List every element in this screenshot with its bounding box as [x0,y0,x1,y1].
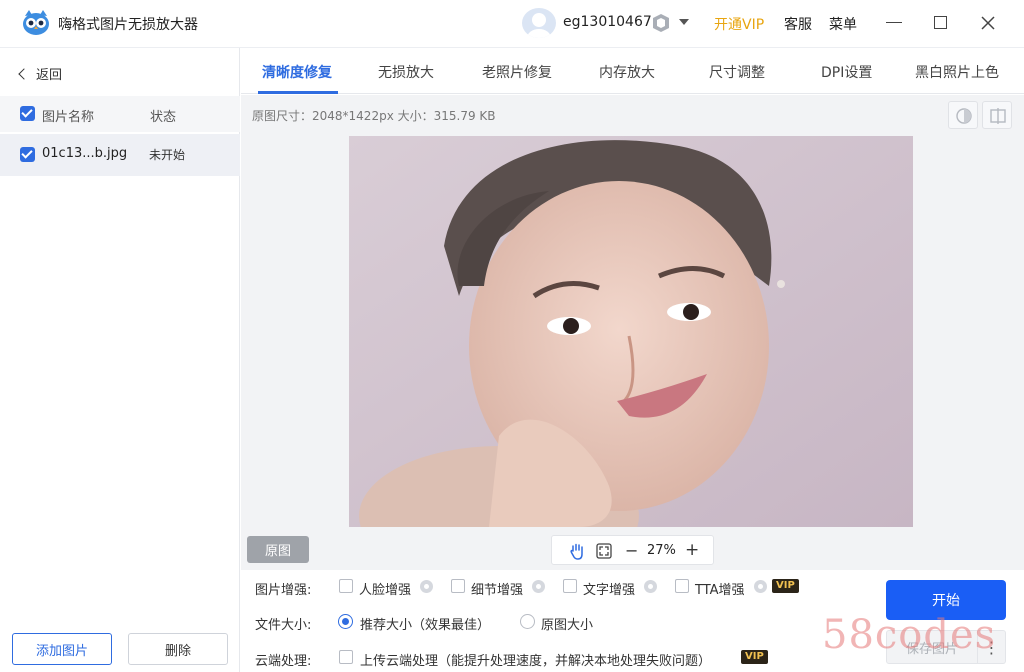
preview-image[interactable] [349,136,913,527]
image-info: 原图尺寸：2048*1422px 大小：315.79 KB [252,109,496,123]
fit-screen-icon[interactable] [596,543,612,559]
preview-area: 原图尺寸：2048*1422px 大小：315.79 KB 原图 − 27% + [241,95,1024,570]
user-avatar[interactable] [522,8,556,38]
chevron-left-icon [18,67,30,80]
tta-enhance-help-icon[interactable] [754,580,767,593]
tta-enhance-checkbox[interactable] [675,579,689,593]
menu-link[interactable]: 菜单 [829,14,857,34]
compare-button[interactable] [948,101,978,129]
file-status: 未开始 [149,148,186,162]
tta-enhance-label: TTA增强 [695,583,745,598]
enhance-label: 图片增强: [255,583,312,598]
tab-lossless-upscale[interactable]: 无损放大 [378,62,434,82]
watermark: 58codes [822,612,997,658]
zoom-out-button[interactable]: − [625,541,638,560]
close-icon[interactable] [978,13,998,33]
text-enhance-label: 文字增强 [583,583,636,598]
cloud-process-label: 上传云端处理（能提升处理速度，并解决本地处理失败问题） [360,654,712,669]
minimize-icon[interactable] [886,22,902,23]
detail-enhance-help-icon[interactable] [532,580,545,593]
split-view-icon [990,108,1006,124]
compare-icon [956,108,972,124]
tab-clarity-repair[interactable]: 清晰度修复 [262,62,332,82]
file-row[interactable]: 01c13...b.jpg 未开始 [0,134,240,176]
maximize-icon[interactable] [934,16,947,29]
file-name: 01c13...b.jpg [42,146,128,161]
tab-dpi-settings[interactable]: DPI设置 [821,62,872,82]
file-list-panel: 返回 图片名称 状态 01c13...b.jpg 未开始 添加图片 删除 [0,48,240,672]
text-enhance-checkbox[interactable] [563,579,577,593]
recommended-size-radio[interactable] [338,614,353,629]
cloud-label: 云端处理: [255,654,312,669]
shield-icon [653,14,669,32]
tab-memory-upscale[interactable]: 内存放大 [599,62,655,82]
app-title: 嗨格式图片无损放大器 [58,17,198,33]
face-enhance-help-icon[interactable] [420,580,433,593]
zoom-level: 27% [647,543,676,558]
cloud-process-checkbox[interactable] [339,650,353,664]
split-view-button[interactable] [982,101,1012,129]
hand-tool-icon[interactable] [568,542,586,560]
recommended-size-label: 推荐大小（效果最佳） [360,618,491,633]
original-size-radio[interactable] [520,614,535,629]
detail-enhance-label: 细节增强 [471,583,524,598]
add-image-button[interactable]: 添加图片 [12,633,112,665]
tab-colorize[interactable]: 黑白照片上色 [915,62,999,82]
column-name-header: 图片名称 [42,110,95,125]
cloud-vip-badge: VIP [741,650,768,664]
zoom-in-button[interactable]: + [685,540,699,560]
file-checkbox[interactable] [20,147,35,162]
text-enhance-help-icon[interactable] [644,580,657,593]
vip-badge: VIP [772,579,799,593]
app-logo-icon [23,10,49,35]
zoom-toolbar: − 27% + [551,535,714,565]
file-size-label: 文件大小: [255,618,312,633]
file-list-header: 图片名称 状态 [0,96,240,132]
detail-enhance-checkbox[interactable] [451,579,465,593]
vip-link[interactable]: 开通VIP [714,14,764,34]
tab-size-adjust[interactable]: 尺寸调整 [709,62,765,82]
select-all-checkbox[interactable] [20,106,35,121]
function-tabs: 清晰度修复 无损放大 老照片修复 内存放大 尺寸调整 DPI设置 黑白照片上色 [241,48,1024,94]
delete-button[interactable]: 删除 [128,633,228,665]
active-tab-indicator [258,91,338,94]
column-status-header: 状态 [150,110,177,125]
customer-service-link[interactable]: 客服 [784,14,812,34]
original-toggle-button[interactable]: 原图 [247,536,309,563]
face-enhance-label: 人脸增强 [359,583,412,598]
user-dropdown-icon[interactable] [679,19,689,25]
username[interactable]: eg13010467 [563,14,652,30]
title-bar: 嗨格式图片无损放大器 eg13010467 开通VIP 客服 菜单 [0,0,1024,48]
tab-old-photo-repair[interactable]: 老照片修复 [482,62,552,82]
face-enhance-checkbox[interactable] [339,579,353,593]
back-label: 返回 [36,68,63,83]
original-size-label: 原图大小 [541,618,594,633]
avatar-icon [527,13,551,38]
back-button[interactable]: 返回 [18,64,63,83]
portrait-photo [349,136,913,527]
